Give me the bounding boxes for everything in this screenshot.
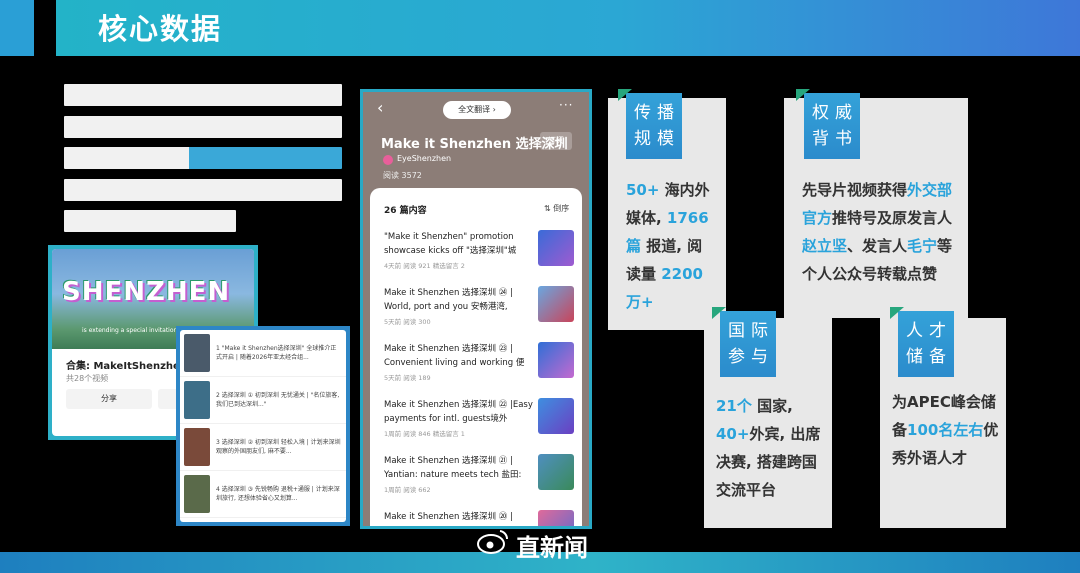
article-count: 26 篇内容 <box>384 206 427 216</box>
video-item[interactable]: 1 "Make it Shenzhen选择深圳" 全球推介正式开启 | 随着20… <box>180 330 346 377</box>
back-icon[interactable]: ‹ <box>377 98 383 117</box>
article-title: Make it Shenzhen 选择深圳 ㉔ | World, port an… <box>384 288 513 312</box>
more-icon[interactable]: ··· <box>559 98 573 112</box>
article-thumbnail <box>538 230 574 266</box>
article-thumbnail <box>538 398 574 434</box>
video-title: 1 "Make it Shenzhen选择深圳" 全球推介正式开启 | 随着20… <box>216 345 337 361</box>
share-button[interactable]: 分享 <box>66 389 152 409</box>
stat-highlight: 21个 <box>716 397 752 415</box>
video-list-card: 1 "Make it Shenzhen选择深圳" 全球推介正式开启 | 随着20… <box>176 326 350 526</box>
stat-highlight: 赵立坚 <box>802 237 848 255</box>
stat-tag-line: 人才 <box>906 321 952 341</box>
read-count: 阅读 3572 <box>383 171 422 180</box>
hero-word: SHENZHEN <box>62 277 231 307</box>
phone-screenshot: ‹ 全文翻译 › ··· Make it Shenzhen 选择深圳 订阅 Ey… <box>360 89 592 529</box>
sort-button[interactable]: ⇅ 倒序 <box>544 203 569 214</box>
weibo-logo-icon <box>476 527 510 555</box>
video-thumbnail <box>184 475 210 513</box>
stat-highlight: 毛宁 <box>907 237 938 255</box>
article-title: Make it Shenzhen 选择深圳 ㉓ | Convenient liv… <box>384 344 525 368</box>
stat-highlight: 40+ <box>716 425 750 443</box>
article-title: Make it Shenzhen 选择深圳 ㉒ |Easy payments f… <box>384 400 533 424</box>
stat-text-part: 国家, <box>751 397 793 415</box>
article-item[interactable]: "Make it Shenzhen" promotion showcase ki… <box>384 230 578 286</box>
stat-tag-line: 传播 <box>634 103 680 123</box>
header-accent <box>0 0 34 56</box>
sort-label: 倒序 <box>553 204 570 213</box>
intro-line <box>64 84 342 106</box>
intro-text-block <box>64 84 342 242</box>
video-title: 4 选择深圳 ③ 先锐畅购 退税+通服 | 计划来深圳旅行, 还想体验省心又划算… <box>216 486 340 502</box>
stat-highlight: 50+ <box>626 181 660 199</box>
translate-label: 全文翻译 <box>458 105 491 114</box>
stat-text: 先导片视频获得外交部官方推特号及原发言人赵立坚、发言人毛宁等个人公众号转载点赞 <box>802 176 958 288</box>
stat-tag-line: 规模 <box>634 129 680 149</box>
stat-tag-line: 储备 <box>906 347 952 367</box>
stat-tag: 传播 规模 <box>626 93 682 159</box>
video-item[interactable]: 3 选择深圳 ② 初到深圳 轻松入境 | 计划来深圳观察的外国朋友们, 麻不要.… <box>180 424 346 471</box>
video-thumbnail <box>184 381 210 419</box>
stat-text-part: 推特号及原发言人 <box>832 209 953 227</box>
video-item[interactable]: 2 选择深圳 ① 初到深圳 无忧通关 | "名位旅客, 我们已到达深圳..." <box>180 377 346 424</box>
video-thumbnail <box>184 334 210 372</box>
collection-count: 共28个视频 <box>66 374 109 383</box>
article-item[interactable]: Make it Shenzhen 选择深圳 ⑳ | <box>384 510 578 526</box>
article-thumbnail <box>538 342 574 378</box>
stat-tag-line: 权威 <box>812 103 858 123</box>
intro-line <box>64 115 342 138</box>
article-item[interactable]: Make it Shenzhen 选择深圳 ㉔ | World, port an… <box>384 286 578 342</box>
stat-text-part: 、发言人 <box>847 237 908 255</box>
article-title: Make it Shenzhen 选择深圳 ⑳ | <box>384 512 513 522</box>
video-title: 3 选择深圳 ② 初到深圳 轻松入境 | 计划来深圳观察的外国朋友们, 麻不要.… <box>216 439 341 455</box>
subscribe-button[interactable]: 订阅 <box>540 132 572 150</box>
video-thumbnail <box>184 428 210 466</box>
watermark-text: 直新闻 <box>516 534 588 562</box>
translate-button[interactable]: 全文翻译 › <box>443 101 511 119</box>
stat-tag: 国际 参与 <box>720 311 776 377</box>
account-logo-icon <box>383 155 393 165</box>
stat-tag: 人才 储备 <box>898 311 954 377</box>
article-item[interactable]: Make it Shenzhen 选择深圳 ㉓ | Convenient liv… <box>384 342 578 398</box>
video-item[interactable]: 4 选择深圳 ③ 先锐畅购 退税+通服 | 计划来深圳旅行, 还想体验省心又划算… <box>180 471 346 518</box>
stat-highlight: 100名左右 <box>907 421 984 439</box>
intro-line <box>64 147 342 169</box>
stat-tag-line: 背书 <box>812 129 858 149</box>
article-item[interactable]: Make it Shenzhen 选择深圳 ㉒ |Easy payments f… <box>384 398 578 454</box>
article-thumbnail <box>538 286 574 322</box>
video-title: 2 选择深圳 ① 初到深圳 无忧通关 | "名位旅客, 我们已到达深圳..." <box>216 392 340 408</box>
intro-line <box>64 178 342 201</box>
article-item[interactable]: Make it Shenzhen 选择深圳 ㉑ | Yantian: natur… <box>384 454 578 510</box>
stat-text: 50+ 海内外媒体, 1766篇 报道, 阅读量 2200万+ <box>626 176 716 316</box>
article-thumbnail <box>538 510 574 526</box>
stat-tag-line: 参与 <box>728 347 774 367</box>
stat-text: 为APEC峰会储备100名左右优秀外语人才 <box>892 388 1002 472</box>
page-title: 核心数据 <box>98 12 223 46</box>
stat-text-part: 先导片视频获得 <box>802 181 908 199</box>
stat-tag-line: 国际 <box>728 321 774 341</box>
intro-line <box>64 210 237 232</box>
stat-text: 21个 国家, 40+外宾, 出席决赛, 搭建跨国交流平台 <box>716 392 824 504</box>
article-title: "Make it Shenzhen" promotion showcase ki… <box>384 232 517 256</box>
stat-tag: 权威 背书 <box>804 93 860 159</box>
article-title: Make it Shenzhen 选择深圳 ㉑ | Yantian: natur… <box>384 456 522 480</box>
article-list: 26 篇内容 ⇅ 倒序 "Make it Shenzhen" promotion… <box>370 188 582 526</box>
account-name[interactable]: EyeShenzhen <box>397 154 451 163</box>
article-thumbnail <box>538 454 574 490</box>
